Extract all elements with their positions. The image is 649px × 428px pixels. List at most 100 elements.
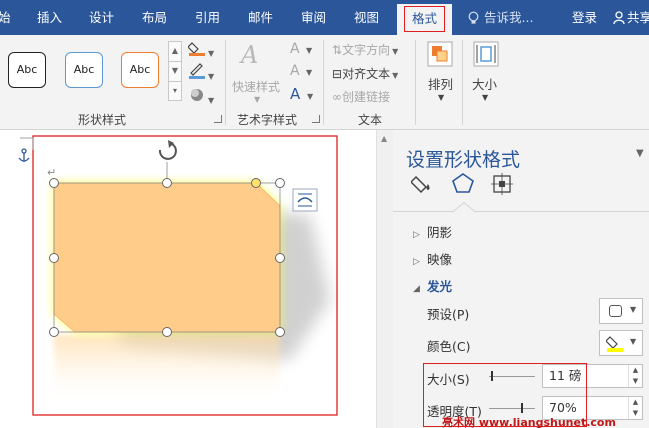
text-group-label: 文本 [358, 113, 383, 127]
login-link[interactable]: 登录 [572, 0, 597, 35]
text-direction-label: 文字方向 [342, 43, 391, 57]
resize-handle-left[interactable] [49, 253, 59, 263]
tab-review[interactable]: 审阅 [301, 0, 326, 35]
shape-style-blue[interactable]: Abc [65, 52, 103, 88]
format-tab-highlight [404, 6, 445, 32]
style-gallery-scroll[interactable]: ▲ ▼ ▾ [168, 41, 182, 101]
text-direction-button[interactable]: ⇅文字方向 ▼ [332, 41, 398, 58]
format-shape-pane: 设置形状格式 ▼ ▷ 阴影 ▷ 映像 ◢ 发光 预设(P) ▼ 颜色(C) ▼ … [393, 130, 649, 428]
resize-handle-top-left[interactable] [49, 178, 59, 188]
spin-arrows-icon[interactable]: ▲ ▼ [628, 365, 642, 387]
document-canvas: ↵ [18, 135, 338, 416]
align-text-button[interactable]: ⊟对齐文本 ▼ [332, 65, 398, 82]
create-link-button[interactable]: ∞创建链接 [332, 88, 390, 105]
snip-rectangle-shape[interactable] [53, 182, 281, 333]
tell-me-search[interactable]: 告诉我... [467, 0, 533, 35]
size-caret-icon: ▼ [482, 93, 489, 102]
resize-handle-bottom-right[interactable] [275, 327, 285, 337]
shape-fill-button[interactable]: ▼ [187, 40, 214, 59]
shape-style-sample: Abc [73, 63, 95, 76]
wordart-launcher-icon[interactable] [312, 115, 320, 123]
section-shadow-label: 阴影 [427, 225, 453, 240]
tab-references[interactable]: 引用 [195, 0, 220, 35]
gallery-up-icon[interactable]: ▲ [169, 42, 181, 62]
pen-icon [189, 63, 205, 79]
glow-preset-dropdown[interactable]: ▼ [599, 298, 643, 324]
document-area[interactable]: ↵ [0, 130, 376, 428]
arrange-caret-icon: ▼ [438, 93, 445, 102]
resize-handle-top[interactable] [162, 178, 172, 188]
shape-styles-launcher-icon[interactable] [214, 115, 222, 123]
glow-color-bucket-icon [606, 336, 623, 352]
arrange-label: 排列 [428, 77, 454, 92]
shape-style-black[interactable]: Abc [8, 52, 46, 88]
quick-styles-caret-icon: ▼ [254, 95, 261, 104]
collapsed-icon: ▷ [413, 230, 420, 240]
section-glow[interactable]: ◢ 发光 [413, 276, 452, 295]
dropdown-caret-icon: ▼ [630, 305, 637, 314]
shape-outline-button[interactable]: ▼ [188, 63, 214, 82]
gallery-more-icon[interactable]: ▾ [169, 82, 181, 102]
text-effects-button[interactable]: A ▼ [290, 85, 313, 103]
glow-color-dropdown[interactable]: ▼ [599, 330, 643, 356]
tab-view[interactable]: 视图 [354, 0, 379, 35]
tab-design[interactable]: 设计 [89, 0, 114, 35]
group-separator [225, 40, 226, 125]
paragraph-mark-icon: ↵ [47, 166, 56, 179]
create-link-label: 创建链接 [342, 90, 391, 104]
paint-bucket-icon [187, 42, 205, 56]
link-icon: ∞ [332, 90, 342, 104]
ribbon: Abc Abc Abc ▲ ▼ ▾ ▼ ▼ ▼ 形状样式 A 快速样式 ▼ A … [0, 35, 649, 130]
arrange-icon [427, 41, 453, 67]
shape-effects-button[interactable]: ▼ [188, 87, 214, 106]
text-fill-button[interactable]: A ▼ [290, 41, 312, 57]
section-glow-label: 发光 [427, 279, 453, 294]
quick-styles-label[interactable]: 快速样式 [232, 78, 280, 95]
pane-options-icon[interactable]: ▼ [636, 148, 644, 159]
size-icon [473, 41, 499, 67]
size-properties-icon[interactable] [491, 173, 513, 195]
adjust-handle[interactable] [251, 178, 261, 188]
resize-handle-top-right[interactable] [275, 178, 285, 188]
group-separator [415, 40, 416, 125]
document-scrollbar[interactable]: ▲ [376, 130, 393, 428]
expanded-icon: ◢ [413, 284, 420, 294]
fill-line-icon[interactable] [411, 173, 435, 195]
arrange-button[interactable] [426, 40, 454, 71]
glow-preset-label: 预设(P) [427, 307, 470, 322]
word-window: 始 插入 设计 布局 引用 邮件 审阅 视图 格式 告诉我... 登录 共享 A… [0, 0, 649, 428]
collapsed-icon: ▷ [413, 257, 420, 267]
align-text-label: 对齐文本 [342, 67, 391, 81]
section-shadow[interactable]: ▷ 阴影 [413, 222, 452, 241]
resize-handle-right[interactable] [275, 253, 285, 263]
scroll-up-icon[interactable]: ▲ [381, 134, 387, 143]
dropdown-caret-icon: ▼ [630, 337, 637, 346]
tell-me-text: 告诉我... [484, 10, 534, 25]
resize-handle-bottom-left[interactable] [49, 327, 59, 337]
spin-arrows-icon[interactable]: ▲ ▼ [628, 397, 642, 419]
shape-style-orange[interactable]: Abc [121, 52, 159, 88]
tab-mailings[interactable]: 邮件 [248, 0, 273, 35]
section-reflection[interactable]: ▷ 映像 [413, 249, 452, 268]
resize-handle-bottom[interactable] [162, 327, 172, 337]
text-direction-icon: ⇅ [332, 43, 343, 57]
effects-pentagon-icon[interactable] [451, 172, 475, 194]
size-label: 大小 [472, 77, 498, 92]
group-separator [462, 40, 463, 125]
tab-insert[interactable]: 插入 [37, 0, 62, 35]
tab-layout[interactable]: 布局 [142, 0, 167, 35]
tab-home[interactable]: 始 [0, 0, 11, 35]
rotate-handle-icon[interactable] [158, 140, 177, 160]
group-separator [323, 40, 324, 125]
layout-options-icon[interactable] [292, 188, 318, 212]
svg-text:A: A [239, 41, 258, 67]
shape-effects-icon [191, 89, 203, 101]
wordart-group-label: 艺术字样式 [237, 113, 298, 127]
ribbon-tab-bar: 始 插入 设计 布局 引用 邮件 审阅 视图 格式 告诉我... 登录 共享 [0, 0, 649, 35]
align-text-icon: ⊟ [332, 67, 343, 81]
pane-category-tabs [393, 172, 649, 213]
size-button[interactable] [472, 40, 500, 71]
gallery-down-icon[interactable]: ▼ [169, 62, 181, 82]
text-outline-button[interactable]: A ▼ [290, 63, 312, 79]
share-button[interactable]: 共享 [613, 0, 649, 35]
